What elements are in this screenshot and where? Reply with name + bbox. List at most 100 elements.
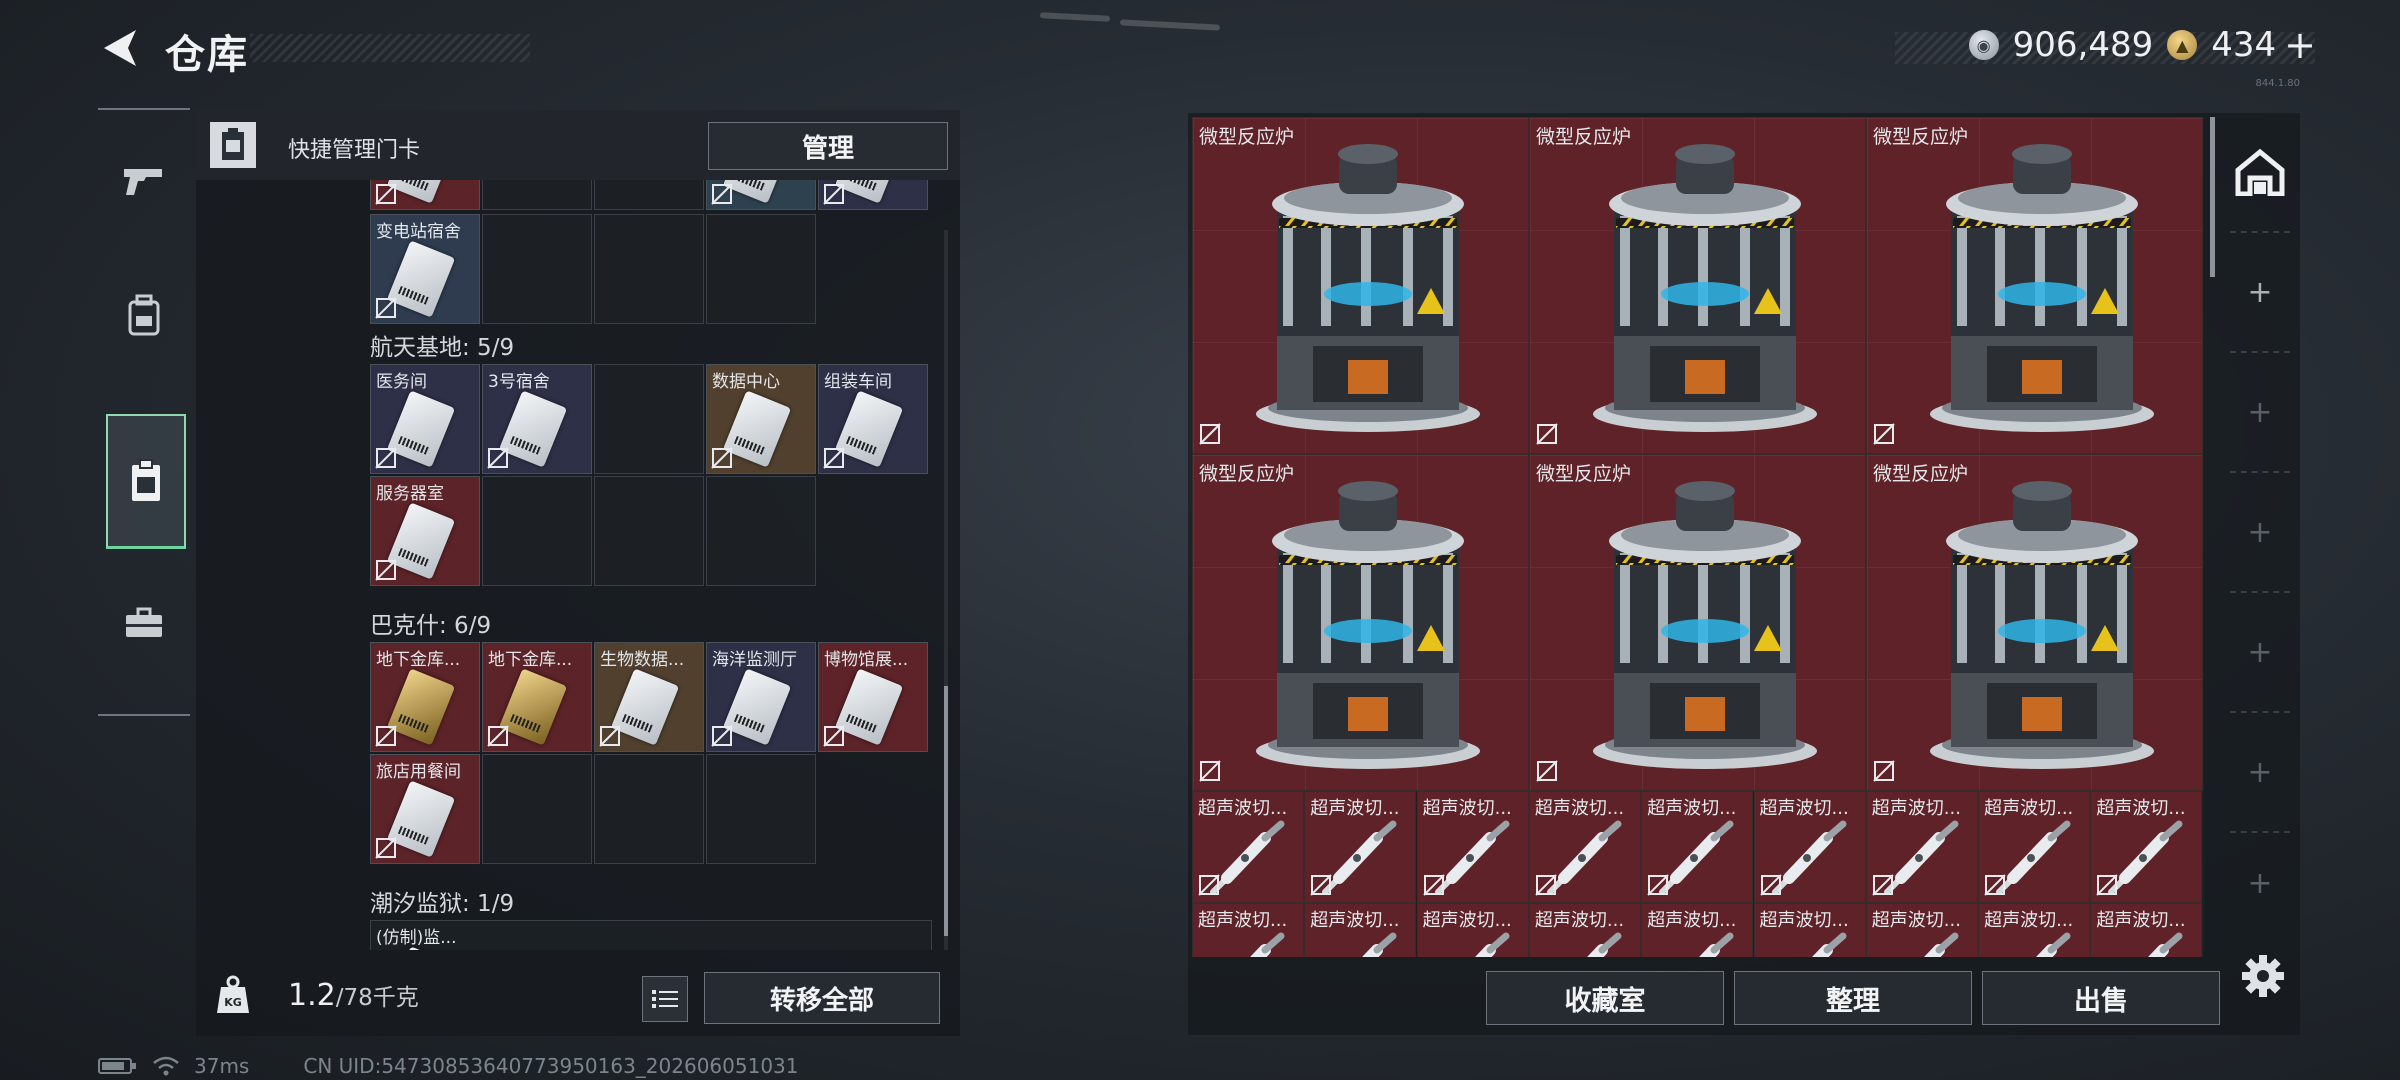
- ultrasonic-cutter-item[interactable]: 超声波切...: [1865, 791, 1978, 903]
- ultrasonic-cutter-item[interactable]: 超声波切...: [1753, 791, 1866, 903]
- back-button[interactable]: [96, 24, 144, 72]
- keycard-image: [722, 390, 792, 468]
- micro-reactor-item[interactable]: 微型反应炉: [1866, 454, 2203, 791]
- ultrasonic-cutter-item[interactable]: 超声波切...: [1192, 903, 1304, 957]
- micro-reactor-image: [1927, 136, 2157, 436]
- keycard-label: (仿制)监...: [376, 928, 457, 948]
- keycard-slot[interactable]: 变电站宿舍: [370, 214, 480, 324]
- organize-button[interactable]: 整理: [1734, 971, 1972, 1025]
- ultrasonic-cutter-item[interactable]: 超声波切...: [1416, 791, 1529, 903]
- micro-reactor-image: [1590, 136, 1820, 436]
- item-label: 超声波切...: [1310, 910, 1400, 931]
- tab-equipment[interactable]: [106, 250, 182, 380]
- ultrasonic-cutter-item[interactable]: 超声波切...: [1865, 903, 1978, 957]
- weight-value: 1.2/78千克: [288, 978, 419, 1013]
- storage-tab-add[interactable]: +: [2230, 233, 2290, 353]
- ultrasonic-cutter-item[interactable]: 超声波切...: [2090, 903, 2203, 957]
- keycard-slot[interactable]: 医务间: [370, 364, 480, 474]
- micro-reactor-image: [1253, 473, 1483, 773]
- tab-keycards[interactable]: [106, 414, 186, 549]
- ultrasonic-cutter-item[interactable]: 超声波切...: [1641, 791, 1754, 903]
- locked-icon: [1759, 874, 1782, 896]
- micro-reactor-item[interactable]: 微型反应炉: [1529, 454, 1866, 791]
- ultrasonic-cutter-item[interactable]: 超声波切...: [1978, 791, 2091, 903]
- scrollbar-thumb[interactable]: [944, 686, 948, 936]
- micro-reactor-item[interactable]: 微型反应炉: [1866, 117, 2203, 454]
- storage-tab-add-locked[interactable]: +: [2230, 833, 2290, 933]
- keycard-slot[interactable]: [818, 180, 928, 210]
- keycard-slot[interactable]: 旅店用餐间: [370, 754, 480, 864]
- storage-tabs: + + + + + +: [2220, 113, 2300, 955]
- ultrasonic-cutter-item[interactable]: 超声波切...: [1528, 791, 1641, 903]
- uid-text: CN UID:54730853640773950163_202606051031: [303, 1054, 799, 1078]
- keycard-slot[interactable]: 海洋监测厅: [706, 642, 816, 752]
- keycard-slot[interactable]: 3号宿舍: [482, 364, 592, 474]
- background-streak: [1039, 12, 1111, 22]
- keycard-slot[interactable]: [370, 180, 480, 210]
- micro-reactor-image: [1927, 473, 2157, 773]
- keycard-image: [386, 780, 456, 858]
- keycard-slot[interactable]: 地下金库...: [370, 642, 480, 752]
- transfer-all-button[interactable]: 转移全部: [704, 972, 940, 1024]
- micro-reactor-item[interactable]: 微型反应炉: [1192, 454, 1529, 791]
- locked-icon: [599, 725, 621, 747]
- ultrasonic-cutter-item[interactable]: 超声波切...: [1753, 903, 1866, 957]
- list-view-button[interactable]: [642, 976, 688, 1022]
- locked-icon: [2096, 874, 2119, 896]
- keycard-slot[interactable]: (仿制)监...: [370, 920, 932, 950]
- collection-room-button[interactable]: 收藏室: [1486, 971, 1724, 1025]
- keycard-slot[interactable]: 生物数据...: [594, 642, 704, 752]
- empty-slot: [706, 754, 816, 864]
- storage-scrollbar[interactable]: [2210, 117, 2215, 277]
- locked-icon: [1199, 760, 1223, 784]
- item-label: 超声波切...: [1984, 798, 2074, 819]
- micro-reactor-item[interactable]: 微型反应炉: [1529, 117, 1866, 454]
- empty-slot: [594, 364, 704, 474]
- storage-tab-add-locked[interactable]: +: [2230, 593, 2290, 713]
- keycard-slot[interactable]: 组装车间: [818, 364, 928, 474]
- storage-tab-main[interactable]: [2230, 113, 2290, 233]
- storage-tab-add-locked[interactable]: +: [2230, 713, 2290, 833]
- item-label: 超声波切...: [1871, 798, 1961, 819]
- ultrasonic-cutter-item[interactable]: 超声波切...: [1978, 903, 2091, 957]
- keycard-slot[interactable]: 博物馆展...: [818, 642, 928, 752]
- keycard-slot[interactable]: 地下金库...: [482, 642, 592, 752]
- weight-max: /78千克: [335, 985, 419, 1011]
- sell-button[interactable]: 出售: [1982, 971, 2220, 1025]
- tab-weapons[interactable]: [106, 115, 182, 245]
- settings-button[interactable]: [2238, 951, 2288, 1001]
- storage-grid[interactable]: 微型反应炉 微型反应炉 微型反应炉 微型反应炉 微型反应炉 微型反应炉 超声波切…: [1192, 117, 2204, 957]
- ultrasonic-cutter-item[interactable]: 超声波切...: [1528, 903, 1641, 957]
- ultrasonic-cutter-item[interactable]: 超声波切...: [1192, 791, 1304, 903]
- tab-toolbox[interactable]: [106, 558, 182, 688]
- ultrasonic-cutter-item[interactable]: 超声波切...: [2090, 791, 2203, 903]
- silver-coin-icon: ◉: [1968, 30, 1999, 60]
- storage-tab-add-locked[interactable]: +: [2230, 473, 2290, 593]
- keycard-slot[interactable]: 数据中心: [706, 364, 816, 474]
- manage-button[interactable]: 管理: [708, 122, 948, 170]
- item-label: 超声波切...: [1984, 910, 2074, 931]
- version-text: 844.1.80: [2255, 78, 2300, 89]
- item-label: 超声波切...: [1759, 798, 1849, 819]
- locked-icon: [823, 725, 845, 747]
- keycard-icon: [132, 459, 160, 501]
- ultrasonic-cutter-item[interactable]: 超声波切...: [1304, 903, 1417, 957]
- empty-slot: [482, 476, 592, 586]
- ultrasonic-cutter-item[interactable]: 超声波切...: [1641, 903, 1754, 957]
- storage-tab-add-locked[interactable]: +: [2230, 353, 2290, 473]
- map-category-label: 航天基地: 5/9: [370, 335, 515, 361]
- add-currency-button[interactable]: +: [2284, 23, 2316, 67]
- keycard-list[interactable]: 变电站宿舍 航天基地: 5/9 医务间 3号宿舍 数据中心 组装车间 服务器室 巴克什: 6/…: [196, 180, 960, 950]
- micro-reactor-item[interactable]: 微型反应炉: [1192, 117, 1529, 454]
- ultrasonic-cutter-item[interactable]: 超声波切...: [1304, 791, 1417, 903]
- empty-slot: [482, 180, 592, 210]
- locked-icon: [375, 559, 397, 581]
- keycard-slot[interactable]: 服务器室: [370, 476, 480, 586]
- ultrasonic-cutter-image: [1656, 932, 1740, 957]
- scrollbar[interactable]: [944, 230, 948, 950]
- keycard-label: 地下金库...: [376, 650, 461, 670]
- ultrasonic-cutter-item[interactable]: 超声波切...: [1416, 903, 1529, 957]
- weight-current: 1.2: [288, 978, 336, 1013]
- locked-icon: [1872, 874, 1894, 896]
- keycard-slot[interactable]: [706, 180, 816, 210]
